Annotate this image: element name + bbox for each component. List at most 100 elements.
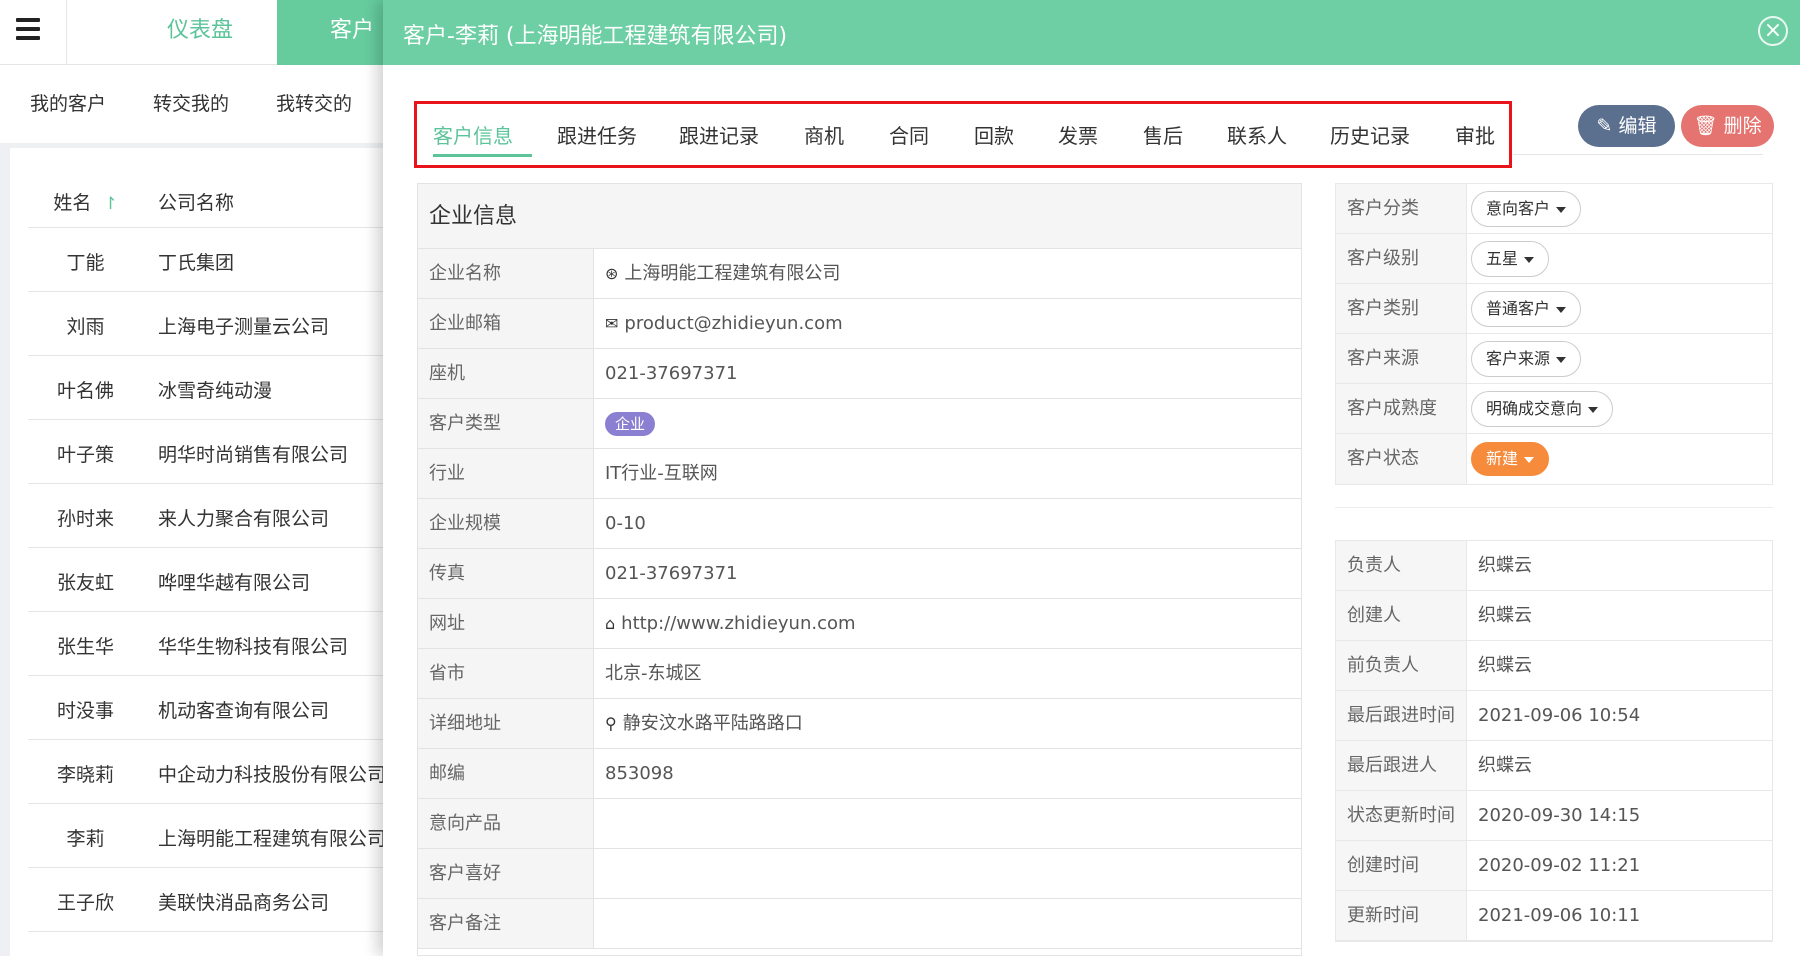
subnav-transferred-to-me[interactable]: 转交我的 [153, 89, 229, 116]
customer-status-dropdown[interactable]: 新建 [1471, 442, 1550, 476]
meta-row: 创建人 织蝶云 [1336, 591, 1772, 641]
trash-icon: 🗑 [1693, 115, 1718, 137]
field-value: ⌂ http://www.zhidieyun.com [594, 599, 1301, 648]
field-label: 省市 [418, 649, 594, 698]
customer-level-dropdown[interactable]: 五星 [1471, 241, 1550, 277]
tab-payments[interactable]: 回款 [974, 120, 1014, 149]
field-label: 企业名称 [418, 249, 594, 298]
field-value: ✉ product@zhidieyun.com [594, 299, 1301, 348]
field-label: 创建人 [1336, 591, 1467, 640]
field-label: 邮编 [418, 749, 594, 798]
active-tab-indicator [433, 154, 532, 157]
row-company: 哗哩华越有限公司 [158, 572, 311, 594]
row-company: 上海电子测量云公司 [158, 316, 330, 338]
subnav-transferred-by-me[interactable]: 我转交的 [276, 89, 352, 116]
fax-value: 021-37697371 [605, 563, 738, 584]
tab-after-sales[interactable]: 售后 [1143, 120, 1183, 149]
delete-button[interactable]: 🗑 删除 [1681, 105, 1774, 147]
tab-contracts[interactable]: 合同 [889, 120, 929, 149]
table-row[interactable]: 张生华 华华生物科技有限公司 [28, 612, 400, 676]
website-value[interactable]: http://www.zhidieyun.com [621, 613, 855, 634]
row-name: 王子欣 [56, 892, 114, 914]
table-row[interactable]: 丁能 丁氏集团 [28, 228, 400, 292]
meta-row: 更新时间 2021-09-06 10:11 [1336, 891, 1772, 941]
customer-source-dropdown[interactable]: 客户来源 [1471, 341, 1582, 377]
classification-row: 客户状态 新建 [1336, 434, 1772, 484]
tab-history[interactable]: 历史记录 [1330, 120, 1410, 149]
row-company: 明华时尚销售有限公司 [158, 444, 349, 466]
tab-follow-records[interactable]: 跟进记录 [679, 120, 759, 149]
table-row[interactable]: 王子欣 美联快消品商务公司 [28, 868, 400, 932]
subnav-my-customers[interactable]: 我的客户 [30, 89, 106, 116]
close-icon[interactable]: × [1758, 16, 1788, 46]
field-label: 网址 [418, 599, 594, 648]
row-name: 时没事 [56, 700, 114, 722]
tab-invoices[interactable]: 发票 [1058, 120, 1098, 149]
tab-contacts[interactable]: 联系人 [1227, 120, 1287, 149]
enterprise-row: 行业 IT行业-互联网 [418, 449, 1301, 499]
row-name: 张生华 [56, 636, 114, 658]
field-value: ⚲ 静安汶水路平陆路路口 [594, 699, 1301, 748]
caret-down-icon [1588, 406, 1599, 413]
enterprise-row: 客户类型 企业 [418, 399, 1301, 449]
meta-row: 创建时间 2020-09-02 11:21 [1336, 841, 1772, 891]
meta-info-panel: 负责人 织蝶云 创建人 织蝶云 前负责人 织蝶云 最后跟进时间 2021-09-06 1… [1335, 540, 1773, 942]
customer-maturity-dropdown[interactable]: 明确成交意向 [1471, 391, 1614, 427]
customer-subnav: 我的客户 转交我的 我转交的 [0, 65, 400, 143]
sort-icon[interactable]: ↾ [103, 194, 117, 214]
row-name: 李莉 [66, 828, 105, 850]
column-header-name[interactable]: 姓名 ↾ [28, 188, 143, 215]
classification-panel: 客户分类 意向客户 客户级别 五星 客户类别 普通客户 客户来源 客户来源 客户… [1335, 183, 1773, 485]
tab-opportunities[interactable]: 商机 [804, 120, 844, 149]
field-label: 客户成熟度 [1336, 384, 1467, 433]
enterprise-row: 意向产品 [418, 799, 1301, 849]
table-row[interactable]: 李莉 上海明能工程建筑有限公司 [28, 804, 400, 868]
enterprise-row: 详细地址 ⚲ 静安汶水路平陆路路口 [418, 699, 1301, 749]
table-header: 姓名 ↾ 公司名称 [28, 168, 400, 228]
header-divider [66, 0, 67, 65]
table-row[interactable]: 张友虹 哗哩华越有限公司 [28, 548, 400, 612]
table-row[interactable]: 时没事 机动客查询有限公司 [28, 676, 400, 740]
intended-product-value [594, 799, 1301, 848]
customer-type-badge: 企业 [605, 412, 656, 436]
field-label: 客户级别 [1336, 234, 1467, 283]
enterprise-row: 传真 021-37697371 [418, 549, 1301, 599]
creator-value: 织蝶云 [1467, 591, 1772, 640]
remark-value [594, 899, 1301, 948]
row-name: 孙时来 [56, 508, 114, 530]
caret-down-icon [1524, 456, 1535, 463]
customer-class-dropdown[interactable]: 普通客户 [1471, 291, 1582, 327]
column-header-company[interactable]: 公司名称 [158, 188, 234, 215]
enterprise-row: 客户备注 [418, 899, 1301, 949]
table-row[interactable]: 叶名佛 冰雪奇纯动漫 [28, 356, 400, 420]
tabs-divider [1513, 154, 1763, 155]
edit-button[interactable]: ✎ 编辑 [1578, 105, 1675, 147]
meta-row: 前负责人 织蝶云 [1336, 641, 1772, 691]
row-name: 李晓莉 [56, 764, 114, 786]
nav-dashboard[interactable]: 仪表盘 [140, 0, 260, 65]
meta-row: 状态更新时间 2020-09-30 14:15 [1336, 791, 1772, 841]
tab-follow-tasks[interactable]: 跟进任务 [557, 120, 637, 149]
field-label: 传真 [418, 549, 594, 598]
table-row[interactable]: 孙时来 来人力聚合有限公司 [28, 484, 400, 548]
field-label: 最后跟进时间 [1336, 691, 1467, 740]
menu-icon[interactable] [16, 18, 40, 40]
table-row[interactable]: 李晓莉 中企动力科技股份有限公司 [28, 740, 400, 804]
table-row[interactable]: 叶子策 明华时尚销售有限公司 [28, 420, 400, 484]
field-label: 更新时间 [1336, 891, 1467, 940]
email-value[interactable]: product@zhidieyun.com [624, 313, 842, 334]
row-company: 冰雪奇纯动漫 [158, 380, 273, 402]
field-label: 客户备注 [418, 899, 594, 948]
tab-approval[interactable]: 审批 [1455, 120, 1495, 149]
field-label: 负责人 [1336, 541, 1467, 590]
enterprise-row: 客户喜好 [418, 849, 1301, 899]
address-value: 静安汶水路平陆路路口 [622, 713, 803, 734]
home-icon: ⌂ [605, 614, 616, 633]
classification-row: 客户分类 意向客户 [1336, 184, 1772, 234]
tab-customer-info[interactable]: 客户信息 [433, 120, 513, 149]
enterprise-row: 企业邮箱 ✉ product@zhidieyun.com [418, 299, 1301, 349]
table-row[interactable]: 刘雨 上海电子测量云公司 [28, 292, 400, 356]
customer-category-dropdown[interactable]: 意向客户 [1471, 191, 1582, 227]
field-label: 客户喜好 [418, 849, 594, 898]
row-company: 机动客查询有限公司 [158, 700, 330, 722]
